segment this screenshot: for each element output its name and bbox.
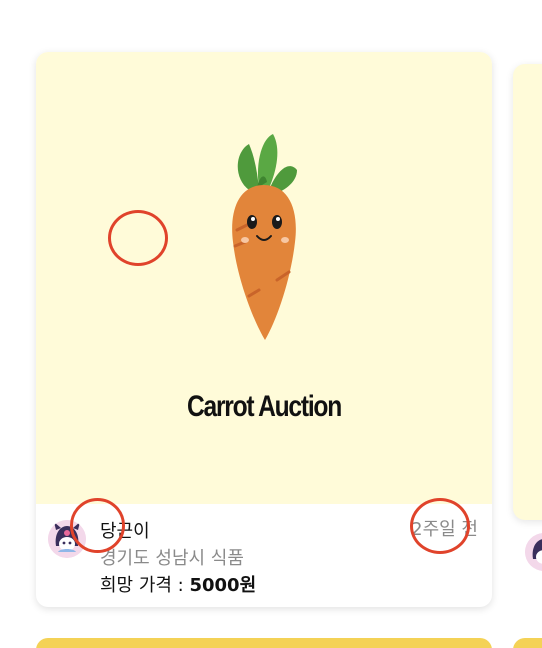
seller-nickname: 당근이 (100, 521, 150, 542)
carrot-auction-logo-text: Carrot Auction (186, 390, 342, 423)
desired-price: 희망 가격 : 5000원 (100, 571, 256, 597)
price-label: 희망 가격 : (100, 575, 190, 596)
price-value: 5000원 (189, 575, 257, 596)
product-card-below-right[interactable] (513, 638, 542, 648)
product-list-viewport: Carrot Auction 당근이 경기도 성남시 식품 희망 가격 : 50 (0, 0, 542, 648)
next-product-card[interactable] (513, 64, 542, 520)
product-card-below[interactable] (36, 638, 492, 648)
next-seller-avatar[interactable] (525, 533, 542, 571)
carrot-mascot-icon (232, 134, 297, 340)
kuromi-avatar-icon (525, 533, 542, 571)
seller-avatar[interactable] (48, 520, 86, 558)
product-card[interactable]: Carrot Auction 당근이 경기도 성남시 식품 희망 가격 : 50 (36, 52, 492, 607)
product-location-category: 경기도 성남시 식품 (100, 548, 244, 569)
kuromi-avatar-icon (48, 520, 86, 558)
product-thumbnail[interactable]: Carrot Auction (36, 52, 492, 504)
product-info: 당근이 경기도 성남시 식품 희망 가격 : 5000원 2주일 전 (36, 504, 492, 607)
posted-time: 2주일 전 (411, 519, 478, 540)
